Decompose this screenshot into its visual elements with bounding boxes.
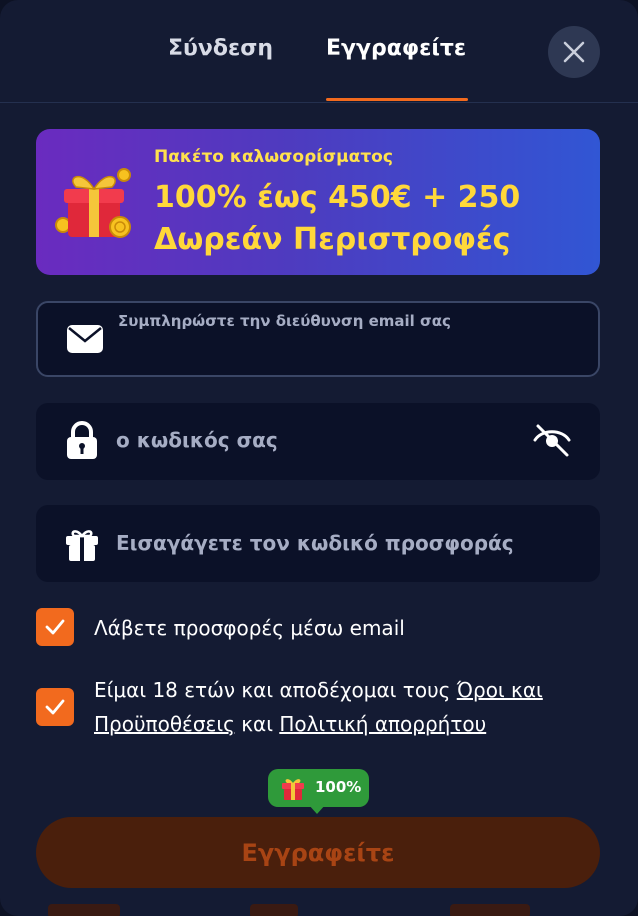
terms-prefix: Είμαι 18 ετών και αποδέχομαι τους: [94, 678, 457, 702]
password-placeholder: ο κωδικός σας: [116, 428, 278, 452]
close-icon: [563, 41, 585, 63]
eye-off-icon[interactable]: [530, 418, 574, 462]
background-peek: [250, 904, 298, 916]
offers-checkbox[interactable]: [36, 608, 74, 646]
banner-line-2: Δωρεάν Περιστροφές: [154, 222, 511, 257]
privacy-link[interactable]: Πολιτική απορρήτου: [279, 712, 486, 736]
promo-code-field[interactable]: Εισαγάγετε τον κωδικό προσφοράς: [36, 505, 600, 582]
checkmark-icon: [45, 699, 65, 715]
welcome-bonus-banner: Πακέτο καλωσορίσματος 100% έως 450€ + 25…: [36, 129, 600, 275]
email-field[interactable]: Συμπληρώστε την διεύθυνση email σας: [36, 301, 600, 377]
close-button[interactable]: [548, 26, 600, 78]
gift-icon: [66, 530, 98, 561]
terms-checkbox-label: Είμαι 18 ετών και αποδέχομαι τους Όροι κ…: [94, 673, 594, 741]
progress-badge: 100%: [268, 769, 369, 807]
tab-register[interactable]: Εγγραφείτε: [326, 36, 466, 61]
password-field[interactable]: ο κωδικός σας: [36, 403, 600, 480]
gift-icon: [55, 168, 131, 238]
terms-middle: και: [234, 712, 280, 736]
auth-tabs: Σύνδεση Εγγραφείτε: [0, 0, 638, 103]
envelope-icon: [67, 325, 103, 353]
lock-icon: [67, 421, 97, 459]
background-peek: [450, 904, 530, 916]
active-tab-indicator: [326, 98, 468, 101]
register-submit-button[interactable]: Εγγραφείτε: [36, 817, 600, 888]
tab-login[interactable]: Σύνδεση: [168, 36, 273, 61]
promo-placeholder: Εισαγάγετε τον κωδικό προσφοράς: [116, 531, 514, 555]
banner-line-1: 100% έως 450€ + 250: [154, 180, 521, 215]
banner-subtitle: Πακέτο καλωσορίσματος: [154, 147, 393, 167]
banner-title: 100% έως 450€ + 250 Δωρεάν Περιστροφές: [154, 177, 520, 261]
email-label: Συμπληρώστε την διεύθυνση email σας: [118, 312, 451, 330]
checkmark-icon: [45, 619, 65, 635]
progress-badge-text: 100%: [315, 778, 362, 796]
terms-checkbox[interactable]: [36, 688, 74, 726]
offers-checkbox-label: Λάβετε προσφορές μέσω email: [94, 616, 405, 640]
background-peek: [48, 904, 120, 916]
registration-modal: Σύνδεση Εγγραφείτε Πακέτο καλωσορίσματος…: [0, 0, 638, 916]
progress-badge-pointer: [308, 804, 326, 814]
gift-icon: [282, 779, 304, 800]
